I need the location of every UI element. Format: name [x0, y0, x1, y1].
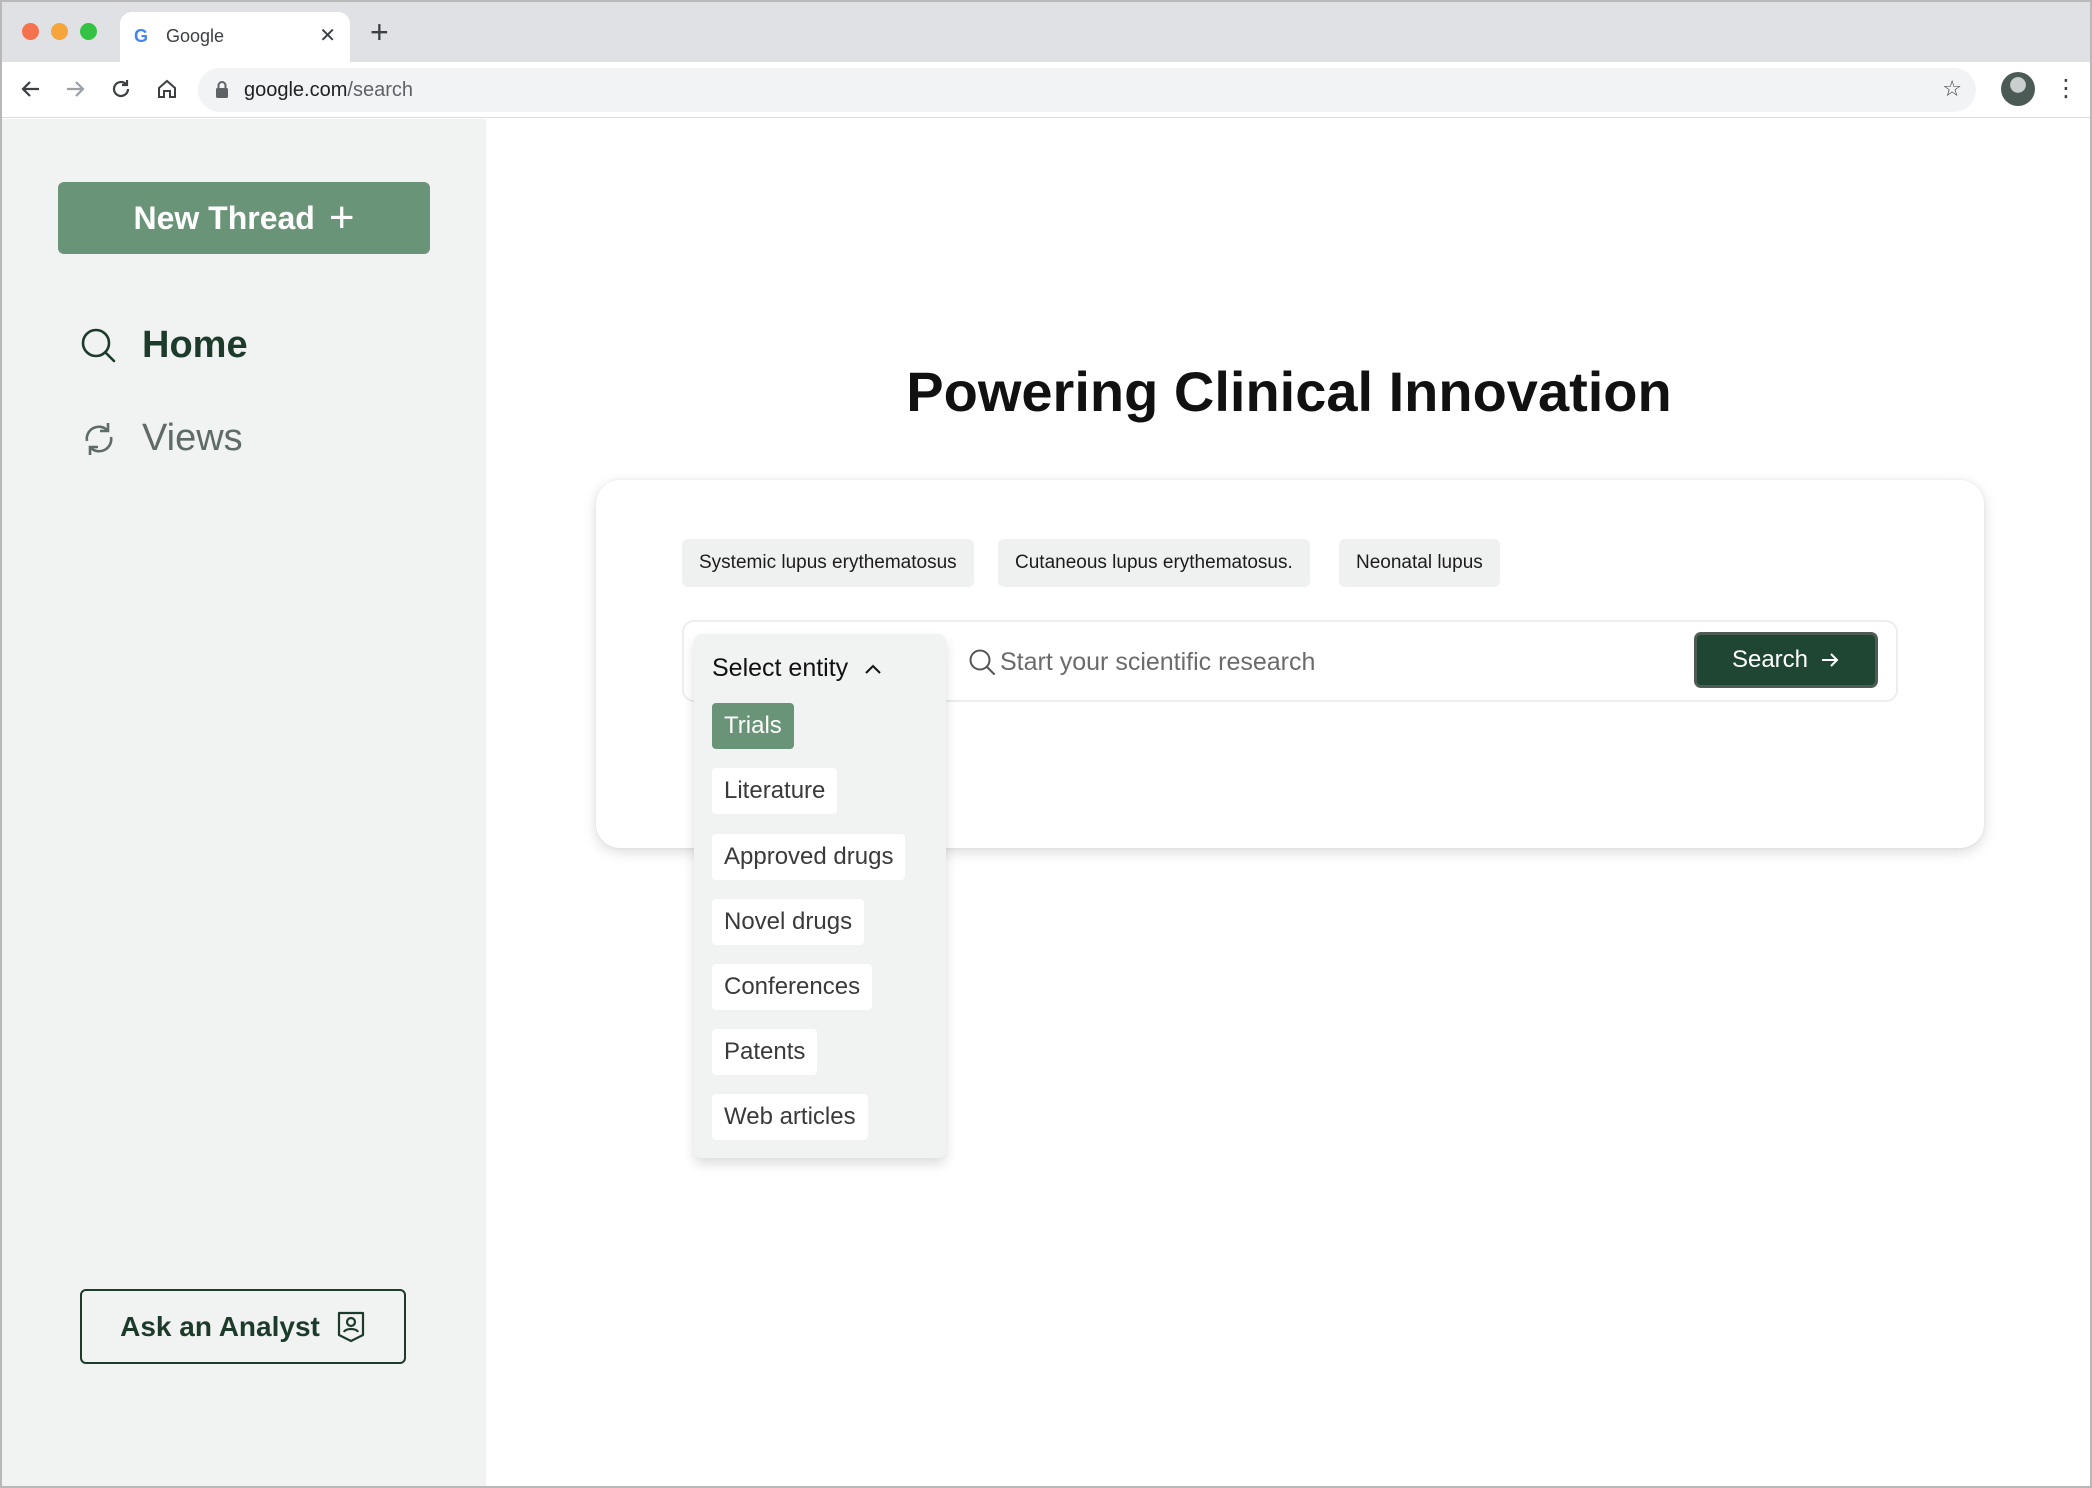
sidebar-item-home[interactable]: Home — [80, 324, 248, 367]
new-thread-label: New Thread — [133, 199, 315, 236]
ask-analyst-label: Ask an Analyst — [120, 1310, 320, 1342]
new-thread-button[interactable]: New Thread + — [58, 182, 430, 254]
page-title: Powering Clinical Innovation — [906, 360, 1672, 423]
browser-toolbar: google.com/search ☆ ⋮ — [2, 62, 2090, 118]
search-icon — [969, 649, 995, 675]
ask-analyst-button[interactable]: Ask an Analyst — [80, 1289, 406, 1364]
close-tab-icon[interactable]: ✕ — [319, 23, 336, 48]
url-text: google.com/search — [244, 79, 413, 101]
maximize-window-button[interactable] — [80, 23, 97, 40]
lock-icon — [216, 81, 228, 98]
entity-option-web-articles[interactable]: Web articles — [712, 1094, 868, 1140]
close-window-button[interactable] — [22, 23, 39, 40]
entity-option-trials[interactable]: Trials — [712, 703, 794, 749]
entity-option-approved-drugs[interactable]: Approved drugs — [712, 834, 906, 880]
search-button[interactable]: Search — [1694, 632, 1878, 688]
suggestion-chip[interactable]: Neonatal lupus — [1339, 539, 1500, 587]
home-icon[interactable] — [152, 74, 182, 104]
google-favicon-icon: G — [134, 26, 149, 46]
search-input[interactable] — [1000, 638, 1680, 686]
entity-option-novel-drugs[interactable]: Novel drugs — [712, 899, 865, 945]
suggestion-chip[interactable]: Cutaneous lupus erythematosus. — [998, 539, 1310, 587]
plus-icon: + — [328, 193, 355, 242]
entity-select-label: Select entity — [712, 654, 849, 682]
browser-menu-icon[interactable]: ⋮ — [2054, 74, 2078, 104]
sidebar-item-label: Home — [142, 324, 248, 366]
chevron-up-icon — [865, 664, 881, 674]
minimize-window-button[interactable] — [51, 23, 68, 40]
search-button-label: Search — [1731, 646, 1809, 673]
back-arrow-icon[interactable] — [16, 74, 46, 104]
sidebar-item-views[interactable]: Views — [80, 417, 243, 460]
search-icon — [81, 328, 116, 362]
suggestion-chip[interactable]: Systemic lupus erythematosus — [682, 539, 974, 587]
refresh-icon — [85, 422, 113, 455]
sidebar: New Thread + Home Views Ask an Analyst — [2, 119, 486, 1486]
main-content: Powering Clinical Innovation Systemic lu… — [486, 119, 2090, 1486]
sidebar-item-label: Views — [142, 417, 243, 459]
tab-title: Google — [166, 26, 225, 46]
browser-tab[interactable]: G Google ✕ — [120, 12, 350, 62]
reload-icon[interactable] — [106, 74, 136, 104]
tab-bar: G Google ✕ + — [2, 2, 2090, 62]
entity-option-literature[interactable]: Literature — [712, 768, 838, 814]
forward-arrow-icon[interactable] — [60, 74, 90, 104]
bookmark-star-icon[interactable]: ☆ — [1942, 76, 1962, 102]
entity-select-toggle[interactable]: Select entity — [712, 654, 882, 683]
arrow-right-icon — [1822, 653, 1839, 667]
new-tab-icon[interactable]: + — [370, 16, 389, 48]
profile-avatar[interactable] — [2001, 72, 2035, 106]
analyst-badge-icon — [337, 1311, 364, 1342]
browser-window: G Google ✕ + google.com/search ☆ ⋮ New T… — [0, 0, 2092, 1488]
entity-dropdown: Select entity Trials Literature Approved… — [694, 634, 946, 1158]
address-bar[interactable]: google.com/search ☆ — [198, 68, 1976, 112]
entity-option-patents[interactable]: Patents — [712, 1029, 818, 1075]
entity-option-conferences[interactable]: Conferences — [712, 964, 873, 1010]
